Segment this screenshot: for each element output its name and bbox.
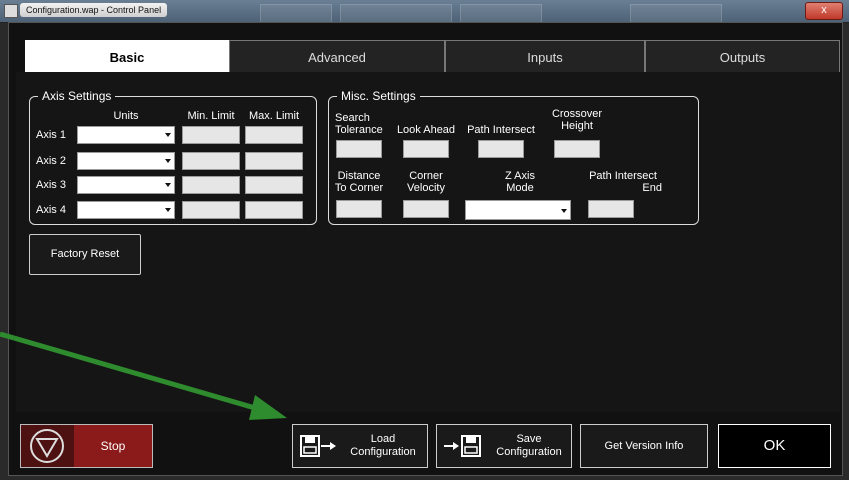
- chevron-down-icon: [165, 208, 171, 212]
- axis-2-max-limit-input[interactable]: [245, 152, 303, 170]
- axis-2-min-limit-input[interactable]: [182, 152, 240, 170]
- search-tolerance-label-line1: Search: [335, 112, 370, 124]
- corner-velocity-label-line1: Corner: [409, 170, 443, 182]
- tab-bar: Basic Advanced Inputs Outputs: [15, 40, 840, 73]
- chevron-down-icon: [561, 209, 567, 213]
- axis-3-units-dropdown[interactable]: [77, 176, 175, 194]
- search-tolerance-input[interactable]: [336, 140, 382, 158]
- get-version-info-button[interactable]: Get Version Info: [580, 424, 708, 468]
- axis-1-max-limit-input[interactable]: [245, 126, 303, 144]
- crossover-height-label-line1: Crossover: [551, 108, 603, 120]
- axis-3-label: Axis 3: [36, 179, 66, 191]
- axis-2-label: Axis 2: [36, 155, 66, 167]
- chevron-down-icon: [165, 159, 171, 163]
- tab-basic[interactable]: Basic: [25, 40, 229, 73]
- path-intersect-input[interactable]: [478, 140, 524, 158]
- axis-2-units-dropdown[interactable]: [77, 152, 175, 170]
- stop-icon-area: [21, 425, 74, 467]
- max-limit-column-label: Max. Limit: [248, 110, 300, 122]
- load-configuration-button[interactable]: Load Configuration: [292, 424, 428, 468]
- window-titlebar: Configuration.wap - Control Panel x: [0, 0, 849, 24]
- load-label-line2: Configuration: [350, 446, 416, 458]
- look-ahead-input[interactable]: [403, 140, 449, 158]
- path-intersect-end-label-line2: End: [642, 182, 662, 194]
- ok-button[interactable]: OK: [718, 424, 831, 468]
- axis-4-min-limit-input[interactable]: [182, 201, 240, 219]
- axis-3-max-limit-input[interactable]: [245, 176, 303, 194]
- factory-reset-button[interactable]: Factory Reset: [29, 234, 141, 275]
- save-label-line1: Save: [516, 433, 542, 445]
- taskbar-thumbnail: [460, 4, 542, 24]
- stop-button[interactable]: Stop: [20, 424, 153, 468]
- app-icon: [4, 4, 18, 18]
- save-label-line2: Configuration: [496, 446, 562, 458]
- distance-to-corner-label-line2: To Corner: [334, 182, 384, 194]
- taskbar-thumbnail: [340, 4, 452, 24]
- crossover-height-input[interactable]: [554, 140, 600, 158]
- stop-icon: [30, 429, 64, 463]
- search-tolerance-label-line2: Tolerance: [335, 124, 383, 136]
- path-intersect-end-label-line1: Path Intersect: [589, 170, 657, 182]
- load-disk-icon: [300, 435, 336, 457]
- chevron-down-icon: [165, 183, 171, 187]
- path-intersect-label: Path Intersect: [467, 124, 535, 136]
- units-column-label: Units: [113, 110, 139, 122]
- stop-label: Stop: [74, 425, 152, 467]
- path-intersect-end-input[interactable]: [588, 200, 634, 218]
- axis-4-units-dropdown[interactable]: [77, 201, 175, 219]
- axis-4-label: Axis 4: [36, 204, 66, 216]
- load-label-line1: Load: [370, 433, 396, 445]
- taskbar-thumbnail: [630, 4, 722, 24]
- distance-to-corner-input[interactable]: [336, 200, 382, 218]
- axis-settings-legend: Axis Settings: [42, 89, 112, 103]
- look-ahead-label: Look Ahead: [396, 124, 456, 136]
- axis-3-min-limit-input[interactable]: [182, 176, 240, 194]
- axis-1-min-limit-input[interactable]: [182, 126, 240, 144]
- z-axis-mode-label-line2: Mode: [506, 182, 534, 194]
- axis-4-max-limit-input[interactable]: [245, 201, 303, 219]
- corner-velocity-label-line2: Velocity: [407, 182, 445, 194]
- window-title: Configuration.wap - Control Panel: [20, 3, 168, 17]
- distance-to-corner-label-line1: Distance: [337, 170, 381, 182]
- save-configuration-button[interactable]: Save Configuration: [436, 424, 572, 468]
- axis-1-label: Axis 1: [36, 129, 66, 141]
- taskbar-thumbnail: [260, 4, 332, 24]
- save-disk-icon: [444, 435, 481, 457]
- corner-velocity-input[interactable]: [403, 200, 449, 218]
- tab-outputs[interactable]: Outputs: [645, 40, 840, 73]
- crossover-height-label-line2: Height: [561, 120, 593, 132]
- misc-settings-legend: Misc. Settings: [341, 89, 416, 103]
- tab-inputs[interactable]: Inputs: [445, 40, 645, 73]
- close-window-button[interactable]: x: [805, 2, 843, 20]
- axis-1-units-dropdown[interactable]: [77, 126, 175, 144]
- tab-advanced[interactable]: Advanced: [229, 40, 445, 73]
- z-axis-mode-label-line1: Z Axis: [505, 170, 535, 182]
- chevron-down-icon: [165, 133, 171, 137]
- z-axis-mode-dropdown[interactable]: [465, 200, 571, 220]
- min-limit-column-label: Min. Limit: [187, 110, 235, 122]
